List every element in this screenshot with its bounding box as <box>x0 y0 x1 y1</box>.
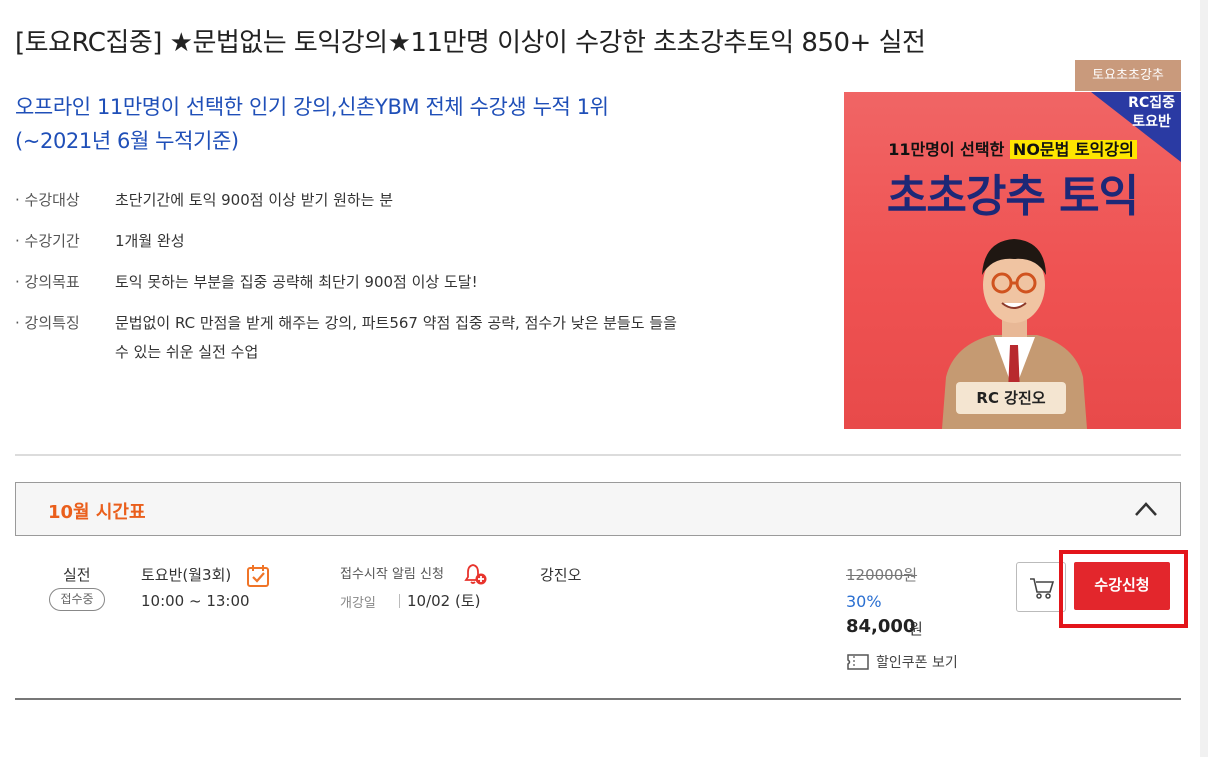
info-value: 토익 못하는 부분을 집중 공략해 최단기 900점 이상 도달! <box>115 273 478 291</box>
instructor-name-tag: RC 강진오 <box>956 382 1066 414</box>
course-thumbnail: RC집중 토요반 11만명이 선택한 NO문법 토익강의 초초강추 토익 RC … <box>844 92 1181 429</box>
thumbnail-corner-text: RC집중 토요반 <box>1128 94 1175 132</box>
teacher-name: 강진오 <box>540 566 582 584</box>
info-value: 문법없이 RC 만점을 받게 해주는 강의, 파트567 약점 집중 공략, 점… <box>115 314 677 361</box>
scrollbar[interactable] <box>1200 0 1208 757</box>
class-type: 실전 <box>63 566 91 584</box>
notify-signup-link[interactable]: 접수시작 알림 신청 <box>340 563 444 582</box>
course-info: · 수강대상 초단기간에 토익 900점 이상 받기 원하는 분 · 수강기간 … <box>15 186 705 379</box>
discount-rate: 30% <box>846 592 882 611</box>
original-price: 120000원 <box>846 566 918 584</box>
coupon-icon[interactable] <box>846 653 870 671</box>
corner-line-2: 토요반 <box>1132 114 1171 130</box>
thumbnail-headline: 11만명이 선택한 NO문법 토익강의 <box>844 136 1181 160</box>
cart-icon <box>1030 578 1055 599</box>
info-row-target: · 수강대상 초단기간에 토익 900점 이상 받기 원하는 분 <box>15 186 705 215</box>
info-label: · 수강기간 <box>15 232 80 250</box>
chevron-up-icon[interactable] <box>1134 500 1158 518</box>
info-row-features: · 강의특징 문법없이 RC 만점을 받게 해주는 강의, 파트567 약점 집… <box>15 309 705 367</box>
section-divider-bottom <box>15 698 1181 700</box>
info-row-goal: · 강의목표 토익 못하는 부분을 집중 공략해 최단기 900점 이상 도달! <box>15 268 705 297</box>
category-tag: 토요초초강추 <box>1075 60 1181 91</box>
timetable-row: 실전 접수중 토요반(월3회) 10:00 ~ 13:00 접수시작 알림 신청… <box>15 548 1181 698</box>
schedule-time: 10:00 ~ 13:00 <box>141 592 250 610</box>
thumbnail-brand: 초초강추 토익 <box>886 171 1139 222</box>
open-date-label: 개강일 <box>340 596 376 611</box>
coupon-link[interactable]: 할인쿠폰 보기 <box>876 652 958 672</box>
course-subtitle: 오프라인 11만명이 선택한 인기 강의,신촌YBM 전체 수강생 누적 1위(… <box>15 95 609 153</box>
apply-button[interactable]: 수강신청 <box>1074 562 1170 610</box>
info-label: · 수강대상 <box>15 191 80 209</box>
info-value: 1개월 완성 <box>115 232 185 250</box>
timetable-header[interactable]: 10월 시간표 <box>15 482 1181 536</box>
final-price: 84,000 <box>846 616 916 637</box>
open-date-separator <box>399 594 400 608</box>
info-value: 초단기간에 토익 900점 이상 받기 원하는 분 <box>115 191 394 209</box>
info-label: · 강의특징 <box>15 314 80 332</box>
calendar-check-icon[interactable] <box>246 564 270 588</box>
schedule-name: 토요반(월3회) <box>141 566 232 584</box>
headline-prefix: 11만명이 선택한 <box>888 140 1010 159</box>
timetable-month-title: 10월 시간표 <box>48 502 146 523</box>
headline-highlight: NO문법 토익강의 <box>1009 140 1137 159</box>
info-label: · 강의목표 <box>15 273 80 291</box>
section-divider <box>15 454 1181 456</box>
corner-line-1: RC집중 <box>1128 95 1175 111</box>
open-date: 10/02 (토) <box>407 592 481 610</box>
price-unit: 원 <box>909 620 923 638</box>
bell-plus-icon[interactable] <box>462 562 488 586</box>
info-row-period: · 수강기간 1개월 완성 <box>15 227 705 256</box>
course-title: [토요RC집중] ★문법없는 토익강의★11만명 이상이 수강한 초초강추토익 … <box>15 28 926 58</box>
status-badge: 접수중 <box>49 588 105 611</box>
